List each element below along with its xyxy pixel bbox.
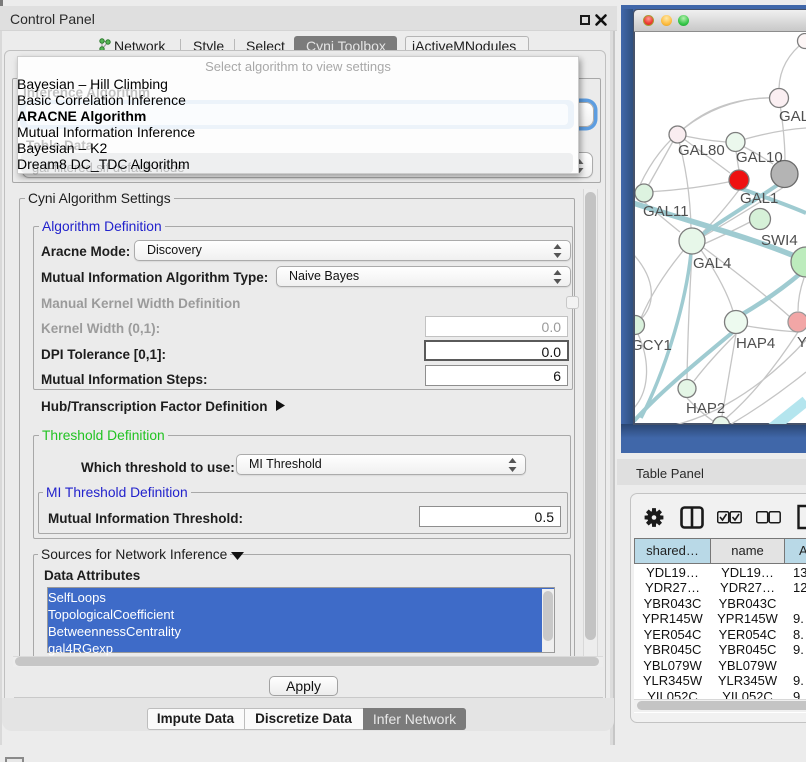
svg-text:YEL: YEL: [797, 334, 806, 351]
svg-text:GAL7: GAL7: [779, 108, 806, 125]
svg-text:GAL80: GAL80: [678, 142, 725, 159]
svg-text:HAP2: HAP2: [686, 400, 725, 417]
svg-text:GAL11: GAL11: [643, 203, 689, 220]
svg-text:SWI4: SWI4: [761, 232, 798, 249]
svg-text:HAP4: HAP4: [736, 335, 775, 352]
svg-text:GAL1: GAL1: [740, 190, 778, 207]
svg-text:GAL4: GAL4: [693, 255, 731, 272]
svg-text:GAL10: GAL10: [736, 149, 783, 166]
svg-text:GCY1: GCY1: [635, 337, 672, 354]
